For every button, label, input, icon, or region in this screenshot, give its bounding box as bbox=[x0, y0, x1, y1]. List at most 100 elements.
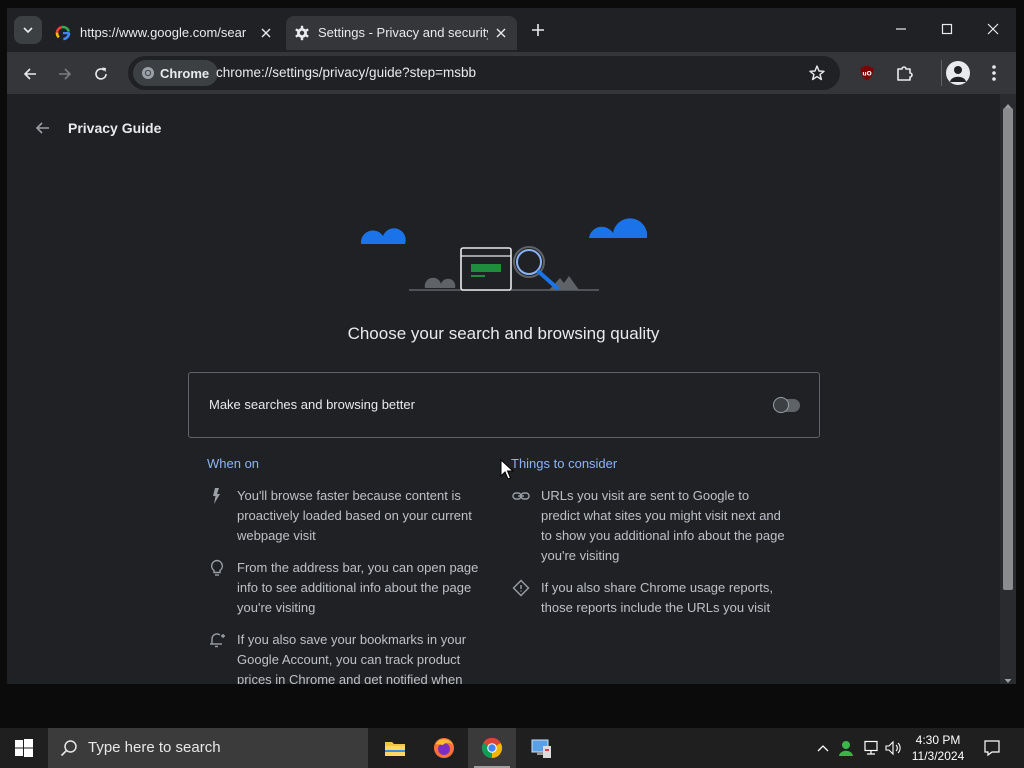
chevron-down-icon bbox=[23, 27, 33, 34]
item-text: If you also share Chrome usage reports, … bbox=[541, 580, 773, 615]
chrome-taskbar-button[interactable] bbox=[468, 728, 516, 768]
svg-text:uO: uO bbox=[862, 71, 871, 78]
lightbulb-icon bbox=[210, 559, 224, 576]
step-heading: Choose your search and browsing quality bbox=[347, 324, 660, 343]
toolbar: Chrome chrome://settings/privacy/guide?s… bbox=[7, 52, 1016, 94]
taskbar-clock[interactable]: 4:30 PM 11/3/2024 bbox=[906, 732, 970, 764]
item-text: If you also save your bookmarks in your … bbox=[237, 632, 467, 684]
folder-icon bbox=[385, 742, 405, 756]
tab-search-button[interactable] bbox=[14, 16, 42, 44]
close-tab-button[interactable] bbox=[492, 24, 510, 42]
diamond-icon bbox=[512, 579, 530, 597]
profile-button[interactable] bbox=[946, 61, 970, 85]
reload-button[interactable] bbox=[87, 60, 115, 88]
maximize-icon bbox=[941, 23, 953, 35]
link-icon bbox=[512, 492, 530, 500]
minimize-icon bbox=[896, 28, 906, 30]
arrow-left-icon bbox=[23, 68, 36, 80]
when-on-item: From the address bar, you can open page … bbox=[207, 558, 478, 615]
privacy-guide-back-button[interactable] bbox=[33, 118, 53, 138]
ublock-shield-icon: uO bbox=[860, 65, 874, 81]
close-tab-button[interactable] bbox=[257, 24, 275, 42]
page-title: Privacy Guide bbox=[68, 120, 162, 136]
item-text: URLs you visit are sent to Google to pre… bbox=[541, 488, 785, 563]
when-on-item: If you also save your bookmarks in your … bbox=[207, 630, 466, 684]
arrow-left-icon bbox=[35, 122, 49, 134]
toggle-knob[interactable] bbox=[773, 397, 789, 413]
avatar-icon bbox=[950, 66, 966, 82]
ublock-extension-button[interactable]: uO bbox=[858, 64, 876, 82]
menu-button[interactable] bbox=[985, 63, 1003, 83]
back-button[interactable] bbox=[16, 60, 44, 88]
price-alert-icon bbox=[210, 633, 225, 648]
search-icon bbox=[60, 740, 77, 757]
more-vert-icon bbox=[992, 65, 996, 81]
mouse-cursor-icon bbox=[500, 459, 514, 480]
scroll-down-arrow[interactable] bbox=[1003, 672, 1013, 683]
browser-window: https://www.google.com/search Settings -… bbox=[7, 8, 1016, 684]
toggle-label: Make searches and browsing better bbox=[209, 397, 415, 412]
forward-button[interactable] bbox=[51, 60, 79, 88]
arrow-right-icon bbox=[59, 68, 72, 80]
settings-page: Privacy Guide Choose your search and bro… bbox=[7, 94, 1016, 684]
close-window-button[interactable] bbox=[970, 14, 1016, 44]
file-explorer-button[interactable] bbox=[371, 728, 419, 768]
search-quality-illustration bbox=[360, 218, 647, 291]
plus-icon bbox=[532, 24, 544, 36]
close-icon bbox=[261, 28, 271, 38]
tab-title: https://www.google.com/search bbox=[80, 25, 246, 40]
chrome-logo-icon bbox=[481, 737, 503, 759]
chrome-icon bbox=[142, 67, 154, 79]
speaker-icon bbox=[885, 740, 901, 756]
show-hidden-icons-button[interactable] bbox=[813, 728, 833, 768]
google-icon bbox=[55, 25, 71, 44]
windows-logo-icon bbox=[15, 739, 33, 757]
scroll-up-arrow[interactable] bbox=[1003, 97, 1013, 108]
tab-title: Settings - Privacy and security bbox=[318, 25, 488, 40]
star-icon bbox=[809, 65, 825, 81]
when-on-item: You'll browse faster because content is … bbox=[207, 486, 472, 543]
notifications-button[interactable] bbox=[980, 728, 1004, 768]
firefox-button[interactable] bbox=[420, 728, 468, 768]
item-text: From the address bar, you can open page … bbox=[237, 560, 479, 615]
triangle-down-icon bbox=[1004, 679, 1012, 683]
user-status-icon bbox=[839, 741, 853, 756]
user-tray-button[interactable] bbox=[836, 728, 856, 768]
consider-item: If you also share Chrome usage reports, … bbox=[511, 578, 773, 615]
site-info-chip[interactable]: Chrome bbox=[133, 60, 219, 86]
chevron-up-icon bbox=[817, 745, 829, 752]
gear-icon bbox=[294, 25, 310, 44]
control-panel-icon bbox=[531, 739, 551, 758]
new-tab-button[interactable] bbox=[524, 16, 552, 44]
consider-item: URLs you visit are sent to Google to pre… bbox=[511, 486, 785, 563]
when-on-heading: When on bbox=[207, 456, 260, 471]
bolt-icon bbox=[213, 488, 220, 504]
control-panel-button[interactable] bbox=[517, 728, 565, 768]
taskbar-search-box[interactable]: Type here to search bbox=[48, 728, 368, 768]
tab-settings[interactable]: Settings - Privacy and security bbox=[286, 16, 517, 50]
clock-date: 11/3/2024 bbox=[911, 749, 965, 763]
address-bar[interactable]: Chrome chrome://settings/privacy/guide?s… bbox=[128, 56, 840, 90]
scrollbar-thumb[interactable] bbox=[1003, 108, 1013, 590]
msbb-toggle-card: Make searches and browsing better bbox=[188, 372, 820, 438]
notification-icon bbox=[984, 740, 1000, 757]
network-button[interactable] bbox=[861, 728, 881, 768]
start-button[interactable] bbox=[0, 728, 48, 768]
chip-label: Chrome bbox=[160, 65, 210, 81]
tab-google-search[interactable]: https://www.google.com/search bbox=[47, 16, 279, 50]
tab-strip: https://www.google.com/search Settings -… bbox=[7, 8, 1016, 52]
volume-button[interactable] bbox=[884, 728, 904, 768]
item-text: You'll browse faster because content is … bbox=[237, 488, 472, 543]
clock-time: 4:30 PM bbox=[915, 733, 961, 747]
firefox-icon bbox=[434, 738, 454, 758]
taskbar: Type here to search 4:30 PM 11/3/2024 bbox=[0, 728, 1024, 768]
close-icon bbox=[987, 23, 999, 35]
url-text[interactable]: chrome://settings/privacy/guide?step=msb… bbox=[216, 65, 476, 80]
bookmark-button[interactable] bbox=[808, 64, 826, 82]
maximize-button[interactable] bbox=[924, 14, 970, 44]
puzzle-icon bbox=[897, 66, 913, 81]
search-placeholder: Type here to search bbox=[88, 739, 221, 756]
close-icon bbox=[496, 28, 506, 38]
minimize-button[interactable] bbox=[878, 14, 924, 44]
extensions-button[interactable] bbox=[895, 63, 915, 83]
